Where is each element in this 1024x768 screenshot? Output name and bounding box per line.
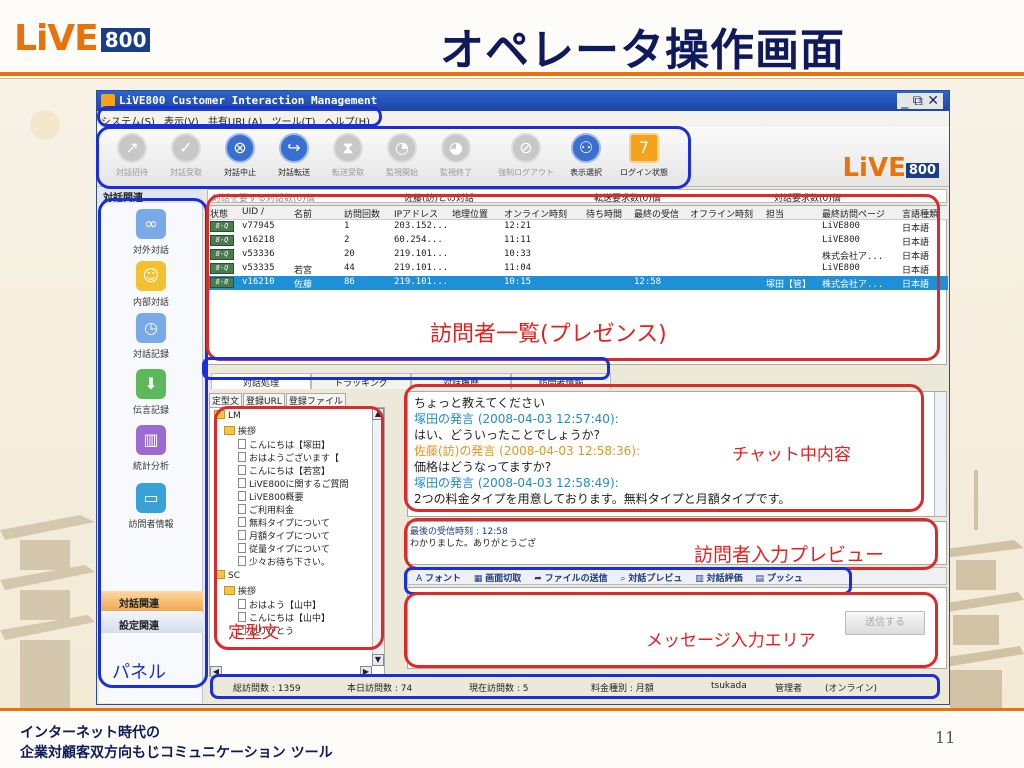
scroll-down-icon[interactable]: ▼	[372, 654, 384, 666]
page-number: 11	[935, 728, 956, 747]
template-subtabs: 定型文 登録URL 登録ファイル	[209, 393, 377, 408]
chat-annotation: チャット中内容	[732, 445, 851, 465]
tabs-highlight-ring	[202, 357, 610, 380]
pagoda-left-decoration	[0, 515, 95, 710]
sun-decoration	[30, 110, 60, 140]
panel-highlight-ring	[98, 198, 208, 688]
preview-annotation: 訪問者入力プレビュー	[694, 544, 885, 566]
live800-logo: LiVE 800	[14, 18, 164, 62]
slide-title: オペレータ操作画面	[440, 25, 845, 76]
status-highlight-ring	[210, 674, 940, 699]
header-divider	[0, 72, 1024, 76]
footer-divider	[0, 708, 1024, 711]
chat-scrollbar[interactable]	[934, 392, 946, 516]
footer-line-1: インターネット時代の	[20, 725, 160, 741]
template-highlight-ring	[214, 406, 384, 650]
message-toolbar-highlight-ring	[404, 567, 852, 595]
panel-annotation: パネル	[112, 662, 166, 683]
toolbar-logo: LiVE 800	[842, 153, 939, 183]
message-annotation: メッセージ入力エリア	[646, 631, 816, 651]
visitor-list-annotation: 訪問者一覧(プレゼンス)	[430, 322, 667, 347]
toolbar-highlight-ring	[96, 126, 691, 189]
menu-highlight-ring	[97, 106, 382, 127]
template-annotation: 定型文	[228, 623, 279, 643]
header-divider-thin	[0, 78, 1024, 79]
footer-line-2: 企業対顧客双方向もじコミュニケーション ツール	[20, 745, 333, 761]
window-controls[interactable]: _ ⧉ ✕	[897, 93, 943, 109]
